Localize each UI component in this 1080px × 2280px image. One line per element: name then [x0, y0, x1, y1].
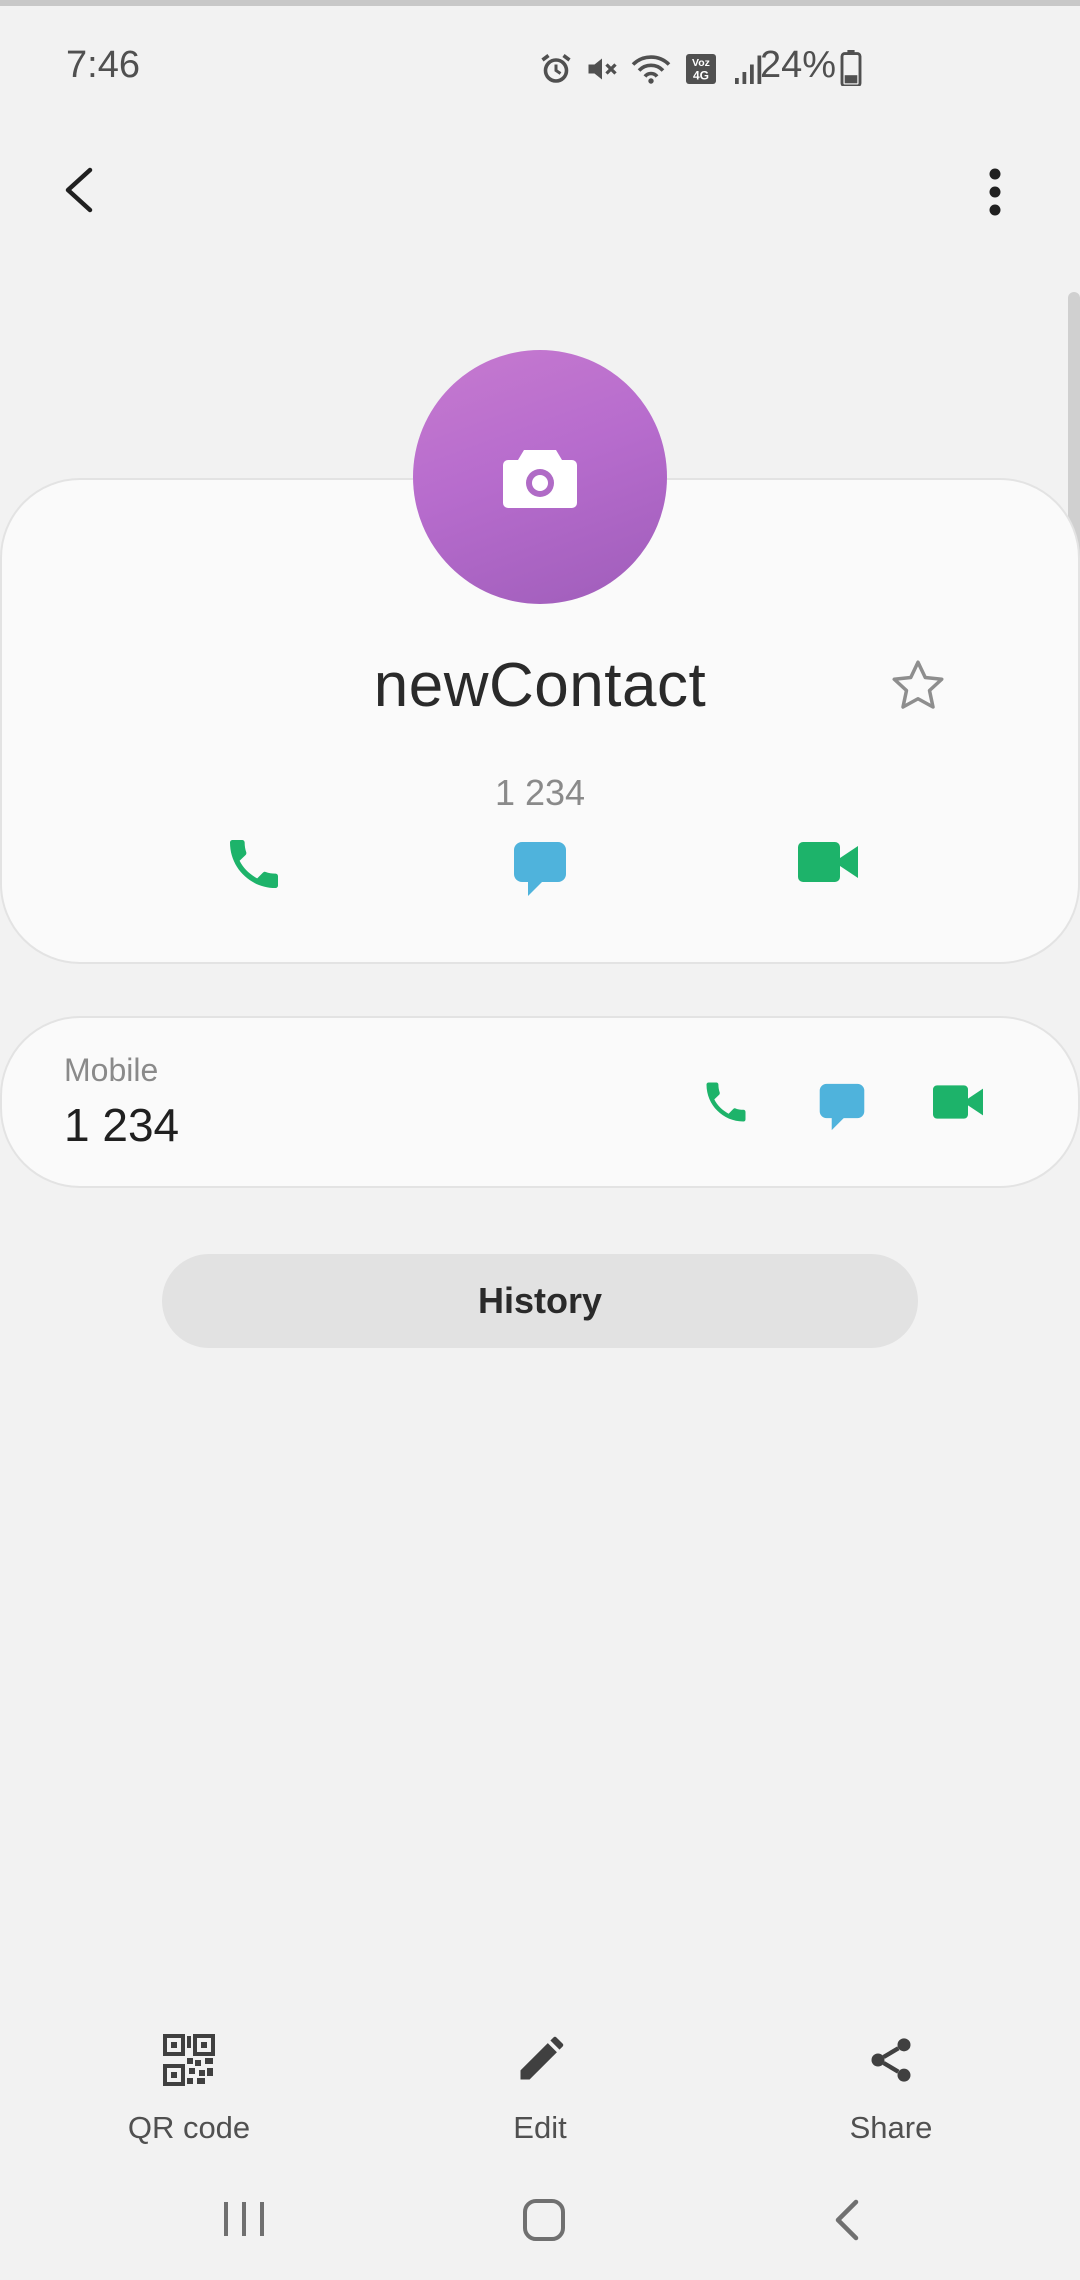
- nav-back-button[interactable]: [830, 2196, 864, 2244]
- call-icon: [230, 840, 278, 888]
- phone-type-label: Mobile: [64, 1052, 159, 1088]
- favorite-button[interactable]: [888, 656, 948, 716]
- status-time: 7:46: [66, 44, 140, 86]
- video-icon: [933, 1085, 983, 1119]
- mute-icon: [588, 58, 617, 80]
- history-label: History: [477, 1280, 603, 1321]
- edit-button[interactable]: Edit: [440, 2030, 640, 2146]
- svg-text:4G: 4G: [693, 69, 709, 83]
- qr-icon: [163, 2034, 215, 2086]
- more-options-button[interactable]: [970, 162, 1020, 222]
- row-call-button[interactable]: [700, 1076, 752, 1128]
- status-bar: 7:46 Voz 4G 24%: [0, 30, 1080, 106]
- header-call-button[interactable]: [222, 832, 286, 896]
- nav-home-button[interactable]: [522, 2198, 566, 2242]
- top-edge: [0, 0, 1080, 6]
- nav-home-icon: [523, 2199, 565, 2241]
- phone-number-value: 1 234: [64, 1099, 180, 1151]
- header-video-button[interactable]: [796, 838, 860, 886]
- battery-percent: 24%: [760, 44, 837, 86]
- back-button[interactable]: [50, 160, 110, 220]
- contact-avatar[interactable]: [413, 350, 667, 604]
- alarm-icon: [541, 54, 571, 83]
- share-icon: [871, 2038, 911, 2082]
- share-label: Share: [849, 2110, 933, 2145]
- more-icon: [989, 168, 1001, 216]
- camera-icon: [503, 450, 577, 508]
- history-button[interactable]: History: [162, 1254, 918, 1348]
- wifi-icon: [631, 55, 671, 84]
- contact-number: 1 234: [494, 772, 586, 813]
- share-button[interactable]: Share: [791, 2030, 991, 2146]
- header-message-button[interactable]: [512, 840, 568, 898]
- message-icon: [819, 1083, 865, 1131]
- svg-text:Voz: Voz: [692, 57, 710, 69]
- call-icon: [706, 1082, 746, 1122]
- qr-code-label: QR code: [127, 2110, 251, 2145]
- status-icons: Voz 4G: [538, 46, 770, 92]
- battery-icon: [840, 50, 862, 86]
- video-icon: [798, 842, 858, 882]
- star-icon: [892, 660, 944, 709]
- back-icon: [65, 167, 93, 213]
- qr-code-button[interactable]: QR code: [89, 2030, 289, 2146]
- volte-icon: Voz4G: [686, 54, 716, 84]
- nav-recents-button[interactable]: [220, 2198, 268, 2240]
- nav-back-icon: [835, 2199, 859, 2241]
- message-icon: [514, 842, 566, 896]
- nav-recents-icon: [224, 2202, 264, 2236]
- row-message-button[interactable]: [818, 1082, 866, 1132]
- edit-icon: [520, 2036, 564, 2080]
- edit-label: Edit: [513, 2110, 567, 2145]
- row-video-button[interactable]: [930, 1082, 986, 1122]
